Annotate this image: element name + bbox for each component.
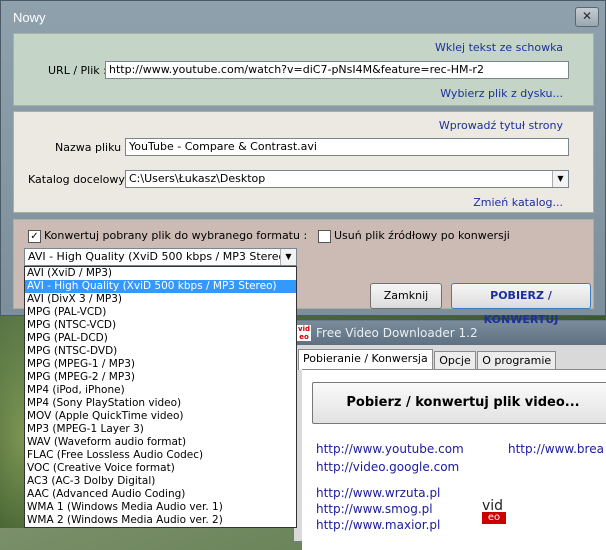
filename-input[interactable]: YouTube - Compare & Contrast.avi — [125, 138, 569, 156]
url-label: URL / Plik : — [48, 64, 107, 77]
back-window-title: Free Video Downloader 1.2 — [316, 326, 478, 340]
target-folder-select[interactable]: C:\Users\Łukasz\Desktop ▼ — [125, 170, 569, 188]
video-logo-icon: vid eo — [482, 499, 506, 524]
format-option[interactable]: AVI (XviD / MP3) — [25, 267, 296, 280]
format-option[interactable]: WAV (Waveform audio format) — [25, 436, 296, 449]
chevron-down-icon[interactable]: ▼ — [552, 171, 568, 187]
file-panel: Wprowadź tytuł strony Nazwa pliku : YouT… — [13, 111, 594, 213]
back-window-content: Pobierz / konwertuj plik video... http:/… — [302, 369, 606, 550]
chevron-down-icon[interactable]: ▼ — [280, 249, 296, 265]
back-window-title-bar: vid eo Free Video Downloader 1.2 — [294, 321, 606, 345]
format-option[interactable]: AAC (Advanced Audio Coding) — [25, 488, 296, 501]
format-option[interactable]: MPG (MPEG-1 / MP3) — [25, 358, 296, 371]
format-dropdown-list[interactable]: AVI (XviD / MP3) AVI - High Quality (Xvi… — [24, 266, 297, 528]
tab-options[interactable]: Opcje — [434, 351, 476, 370]
paste-from-clipboard-link[interactable]: Wklej tekst ze schowka — [435, 41, 563, 54]
dialog-title: Nowy — [13, 10, 46, 25]
close-dialog-button[interactable]: ✕ — [575, 7, 599, 27]
format-option[interactable]: MP4 (iPod, iPhone) — [25, 384, 296, 397]
link-wrzuta[interactable]: http://www.wrzuta.pl — [316, 486, 440, 500]
format-option[interactable]: MPG (MPEG-2 / MP3) — [25, 371, 296, 384]
format-option[interactable]: MPG (PAL-DCD) — [25, 332, 296, 345]
format-option[interactable]: WMA 1 (Windows Media Audio ver. 1) — [25, 501, 296, 514]
link-google-video[interactable]: http://video.google.com — [316, 460, 459, 474]
link-breaking[interactable]: http://www.brea — [508, 442, 604, 456]
format-select-value: AVI - High Quality (XviD 500 kbps / MP3 … — [28, 250, 290, 263]
format-option[interactable]: AVI (DivX 3 / MP3) — [25, 293, 296, 306]
format-option[interactable]: WMA 2 (Windows Media Audio ver. 2) — [25, 514, 296, 527]
back-window-tabs: Pobieranie / Konwersja Opcje O programie — [298, 349, 557, 370]
format-option[interactable]: MOV (Apple QuickTime video) — [25, 410, 296, 423]
link-maxior[interactable]: http://www.maxior.pl — [316, 518, 440, 532]
app-logo-icon: vid eo — [297, 325, 311, 341]
format-option[interactable]: MPG (PAL-VCD) — [25, 306, 296, 319]
format-option[interactable]: MP4 (Sony PlayStation video) — [25, 397, 296, 410]
format-option[interactable]: MPG (NTSC-DVD) — [25, 345, 296, 358]
free-video-downloader-window: vid eo Free Video Downloader 1.2 Pobieran… — [293, 320, 606, 550]
link-smog[interactable]: http://www.smog.pl — [316, 502, 433, 516]
format-option[interactable]: MPG (NTSC-VCD) — [25, 319, 296, 332]
format-option[interactable]: MP3 (MPEG-1 Layer 3) — [25, 423, 296, 436]
format-option[interactable]: AC3 (AC-3 Dolby Digital) — [25, 475, 296, 488]
delete-source-checkbox[interactable] — [318, 230, 331, 243]
download-convert-button[interactable]: POBIERZ / KONWERTUJ — [451, 283, 591, 326]
format-option[interactable]: VOC (Creative Voice format) — [25, 462, 296, 475]
download-convert-video-button[interactable]: Pobierz / konwertuj plik video... — [312, 382, 606, 424]
target-folder-label: Katalog docelowy : — [28, 173, 133, 186]
format-select[interactable]: AVI - High Quality (XviD 500 kbps / MP3 … — [24, 248, 297, 266]
convert-checkbox-label: Konwertuj pobrany plik do wybranego form… — [44, 229, 308, 242]
tab-download-convert[interactable]: Pobieranie / Konwersja — [298, 349, 433, 370]
filename-label: Nazwa pliku : — [55, 141, 129, 154]
dialog-title-bar: Nowy ✕ — [1, 1, 605, 33]
delete-source-label: Usuń plik źródłowy po konwersji — [334, 229, 510, 242]
format-option-selected[interactable]: AVI - High Quality (XviD 500 kbps / MP3 … — [25, 280, 296, 293]
convert-checkbox[interactable]: ✓ — [28, 230, 41, 243]
close-icon: ✕ — [581, 9, 593, 23]
enter-page-title-link[interactable]: Wprowadź tytuł strony — [439, 119, 563, 132]
link-youtube[interactable]: http://www.youtube.com — [316, 442, 464, 456]
url-panel: Wklej tekst ze schowka URL / Plik : http… — [13, 33, 594, 106]
close-button[interactable]: Zamknij — [370, 283, 442, 309]
choose-file-from-disk-link[interactable]: Wybierz plik z dysku... — [440, 87, 563, 100]
change-folder-link[interactable]: Zmień katalog... — [473, 196, 563, 209]
tab-about[interactable]: O programie — [477, 351, 557, 370]
url-input[interactable]: http://www.youtube.com/watch?v=diC7-pNsI… — [105, 61, 569, 79]
target-folder-value: C:\Users\Łukasz\Desktop — [129, 172, 266, 185]
format-option[interactable]: FLAC (Free Lossless Audio Codec) — [25, 449, 296, 462]
